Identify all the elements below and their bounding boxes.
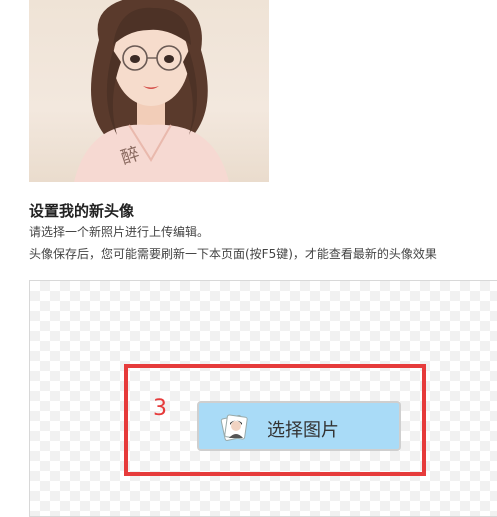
choose-image-button[interactable]: 选择图片	[197, 401, 401, 451]
photo-stack-icon	[219, 412, 249, 442]
upload-hint: 请选择一个新照片进行上传编辑。	[29, 225, 210, 239]
current-avatar: 醉	[29, 0, 269, 182]
refresh-hint: 头像保存后，您可能需要刷新一下本页面(按F5键)，才能查看最新的头像效果	[29, 247, 437, 261]
refresh-hint-container: 头像保存后，您可能需要刷新一下本页面(按F5键)，才能查看最新的头像效果	[29, 245, 497, 263]
page-title: 设置我的新头像	[29, 202, 135, 220]
step-number: 3	[153, 396, 167, 421]
avatar-illustration: 醉	[74, 0, 229, 182]
choose-image-label: 选择图片	[267, 420, 339, 441]
